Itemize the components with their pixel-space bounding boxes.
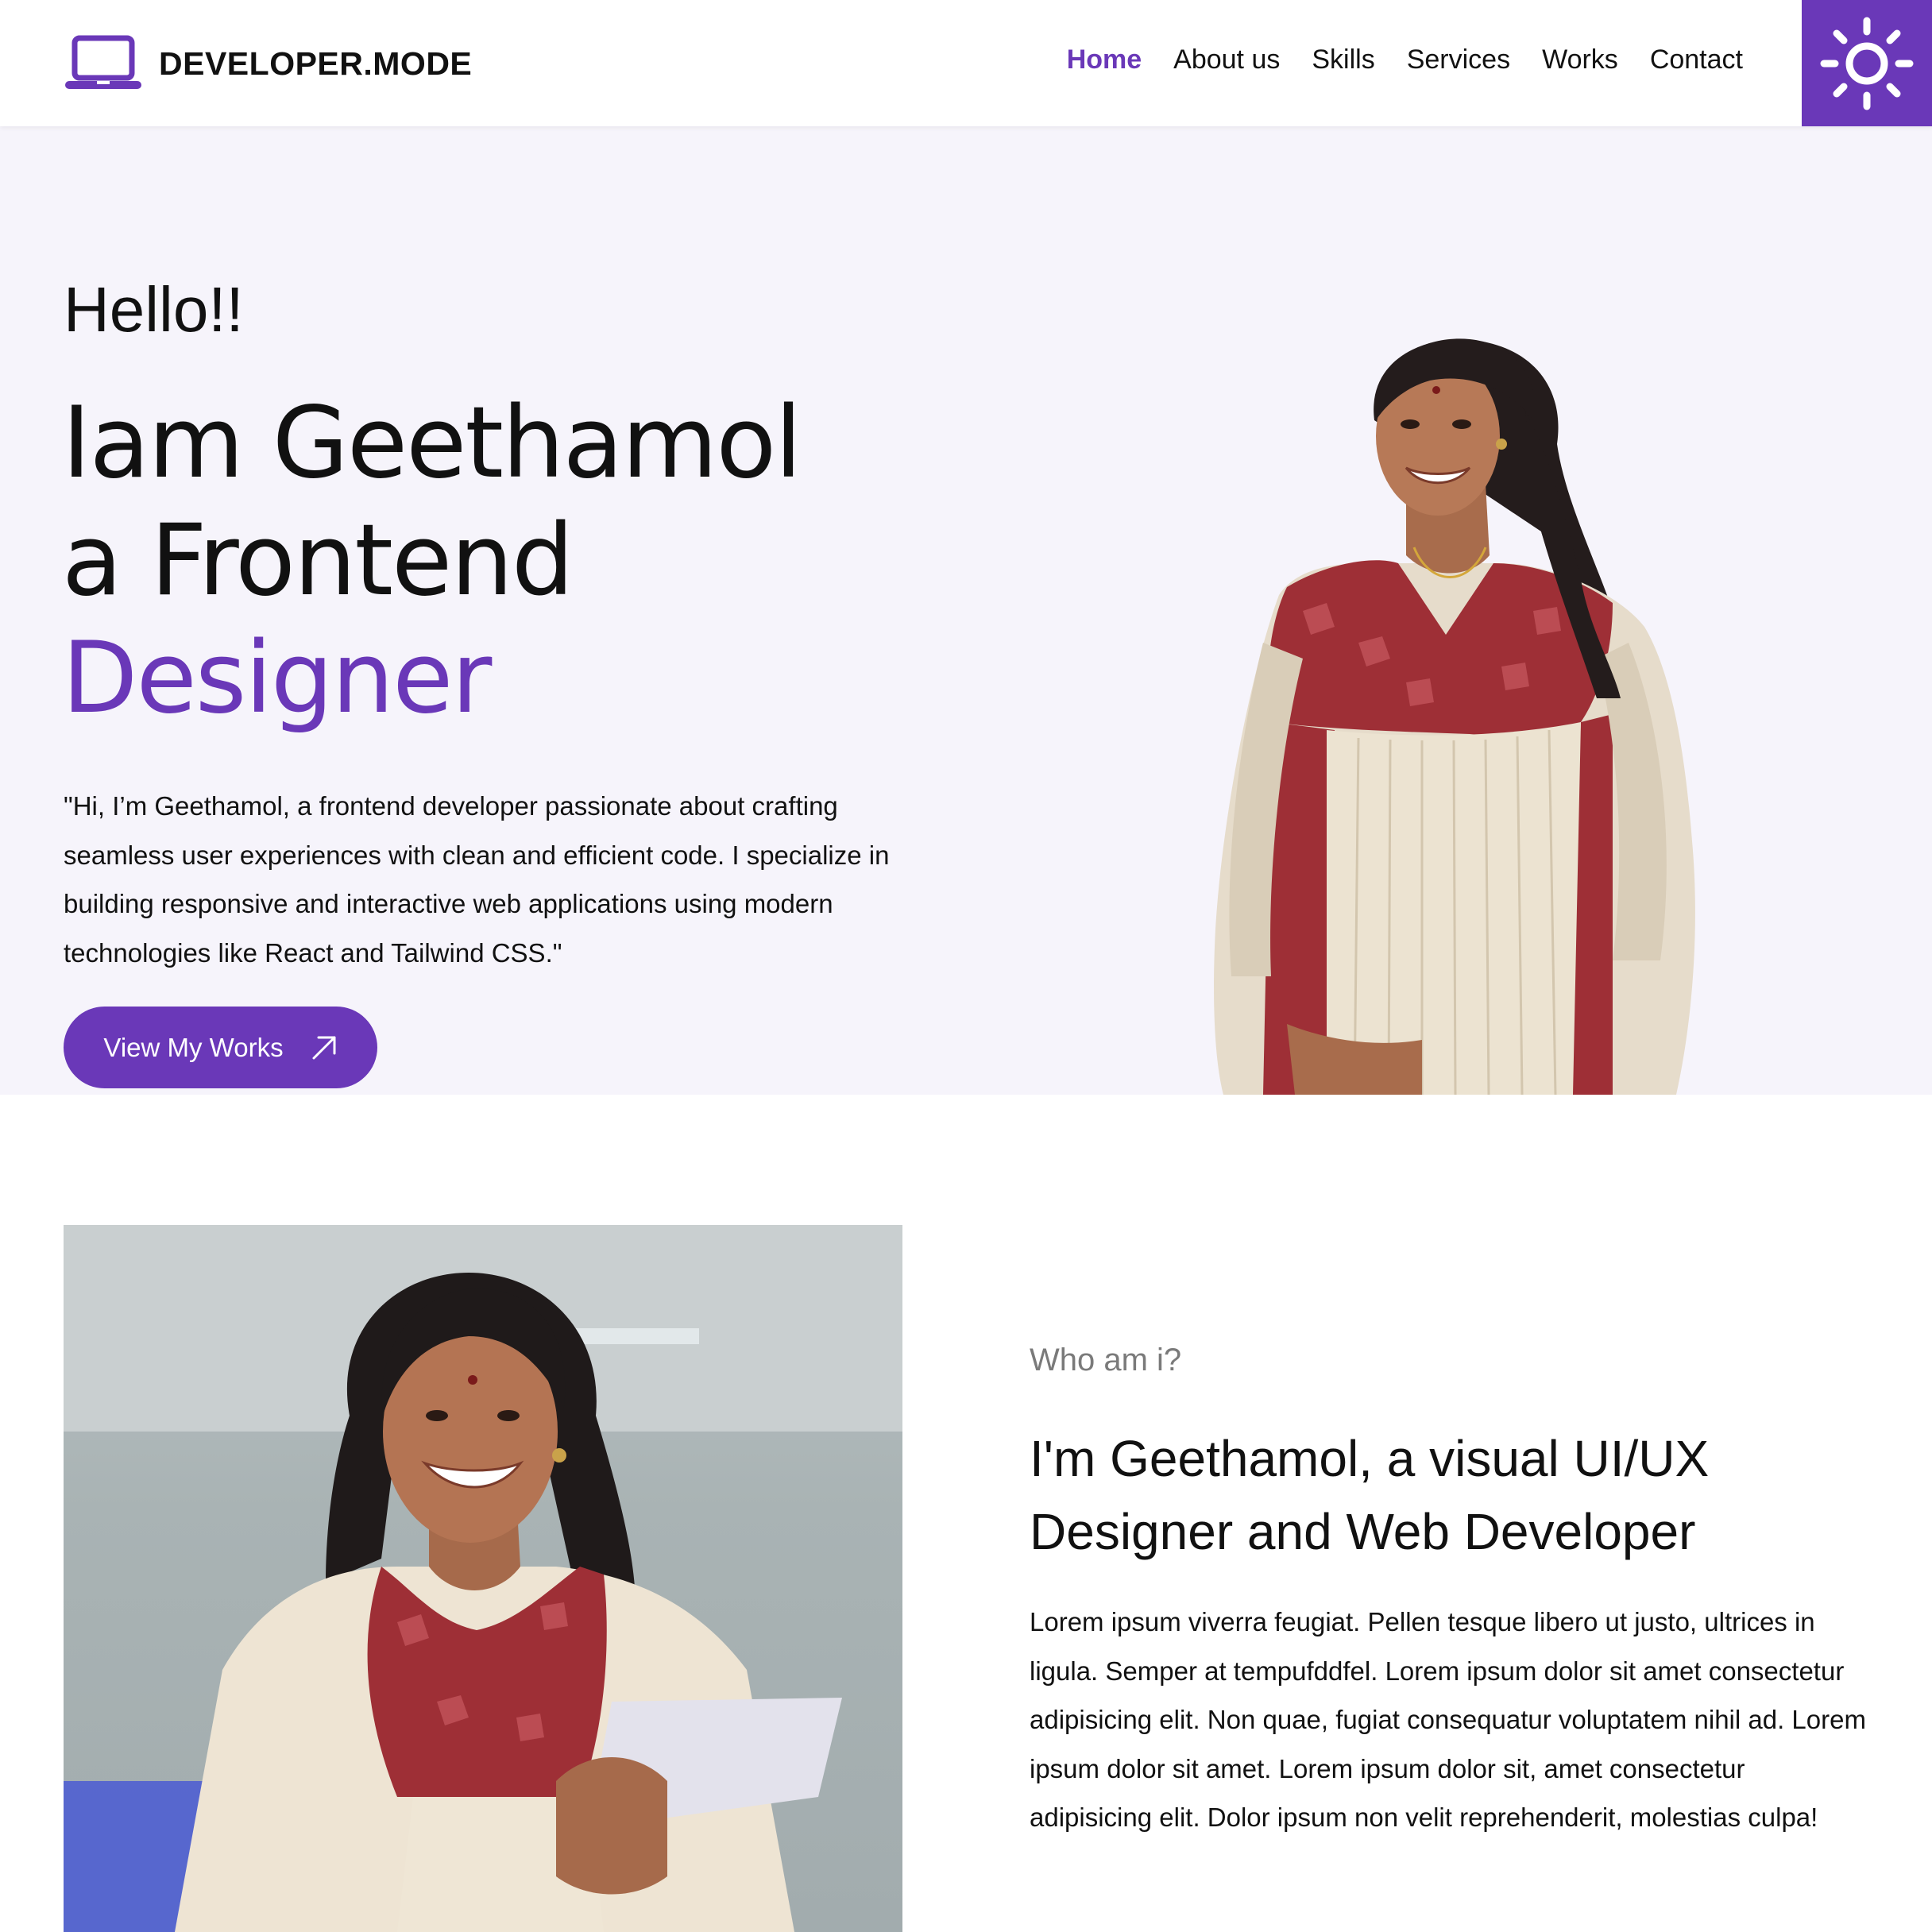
main-nav: Home About us Skills Services Works Cont…	[1067, 44, 1743, 75]
laptop-icon	[65, 35, 141, 89]
hero-description: "Hi, I’m Geethamol, a frontend developer…	[64, 791, 890, 968]
about-portrait-image	[64, 1225, 902, 1932]
headline-line-2: a Frontend	[62, 504, 574, 618]
arrow-up-right-icon	[312, 1036, 336, 1059]
brand-name: DEVELOPER.MODE	[159, 44, 473, 82]
about-eyebrow: Who am i?	[1030, 1343, 1182, 1378]
headline-accent: Designer	[62, 621, 492, 736]
nav-works[interactable]: Works	[1542, 44, 1618, 75]
cursor-follower	[1460, 1551, 1589, 1680]
hero-headline: Iam Geethamol a Frontend Designer	[62, 384, 802, 737]
nav-skills[interactable]: Skills	[1312, 44, 1374, 75]
view-my-works-button[interactable]: View My Works	[64, 1007, 377, 1088]
nav-about-us[interactable]: About us	[1173, 44, 1280, 75]
nav-contact[interactable]: Contact	[1650, 44, 1743, 75]
about-portrait	[64, 1225, 902, 1932]
hero-greeting: Hello!!	[64, 274, 244, 345]
headline-line-1: Iam Geethamol	[62, 386, 802, 500]
sun-icon	[1820, 17, 1914, 110]
navbar: DEVELOPER.MODE Home About us Skills Serv…	[0, 0, 1932, 126]
nav-services[interactable]: Services	[1407, 44, 1510, 75]
theme-toggle-button[interactable]	[1802, 0, 1932, 126]
nav-home[interactable]: Home	[1067, 44, 1142, 75]
hero-portrait	[1214, 338, 1695, 1095]
about-body: Lorem ipsum viverra feugiat. Pellen tesq…	[1030, 1607, 1866, 1832]
about-title: I'm Geethamol, a visual UI/UX Designer a…	[1030, 1430, 1710, 1560]
hero-section: Hello!! Iam Geethamol a Frontend Designe…	[0, 126, 1932, 1095]
brand-logo[interactable]: DEVELOPER.MODE	[64, 35, 472, 92]
cta-label: View My Works	[103, 1032, 284, 1062]
